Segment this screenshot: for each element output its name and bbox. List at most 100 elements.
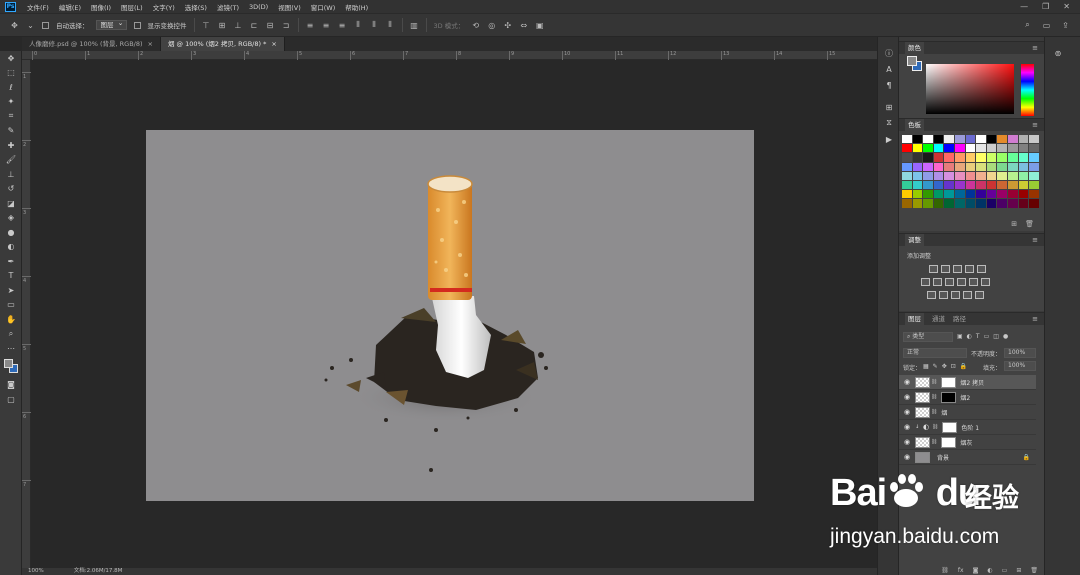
swatch[interactable]	[965, 171, 976, 180]
tab-paths[interactable]: 路径	[953, 313, 966, 325]
swatch[interactable]	[944, 144, 954, 153]
new-swatch-icon[interactable]: ⊞	[1011, 220, 1017, 228]
restore-button[interactable]: ❐	[1042, 2, 1049, 11]
swatch[interactable]	[902, 190, 912, 199]
swatch[interactable]	[976, 162, 986, 171]
swatch[interactable]	[902, 180, 912, 190]
eraser-tool-icon[interactable]: ◪	[0, 196, 22, 211]
swatch[interactable]	[1029, 171, 1039, 180]
vibrance-icon[interactable]	[977, 265, 986, 273]
swatch[interactable]	[902, 162, 912, 171]
distribute-vcenter-icon[interactable]: ≡	[322, 21, 331, 30]
shape-tool-icon[interactable]: ▭	[0, 298, 22, 313]
swatch[interactable]	[933, 135, 944, 144]
swatch[interactable]	[902, 135, 912, 144]
workspace-icon[interactable]: ▭	[1042, 21, 1051, 30]
3d-drag-icon[interactable]: ✣	[503, 21, 512, 30]
layer-item[interactable]: ◉ ⛓ 烟2 拷贝	[899, 375, 1036, 390]
swatch[interactable]	[933, 199, 944, 208]
swatch[interactable]	[976, 144, 986, 153]
more-tools-icon[interactable]: ⋯	[0, 341, 22, 356]
dodge-tool-icon[interactable]: ◐	[0, 240, 22, 255]
swatch[interactable]	[912, 199, 923, 208]
tab-color[interactable]: 颜色	[905, 42, 924, 54]
swatch[interactable]	[944, 199, 954, 208]
filter-shape-icon[interactable]: ▭	[984, 333, 990, 340]
swatch[interactable]	[933, 144, 944, 153]
swatch[interactable]	[1007, 153, 1018, 162]
swatch[interactable]	[944, 153, 954, 162]
new-group-icon[interactable]: ▭	[1002, 567, 1008, 574]
3d-roll-icon[interactable]: ◎	[487, 21, 496, 30]
ruler-horizontal[interactable]: 012345678910111213141516	[22, 51, 888, 60]
clone-stamp-tool-icon[interactable]: ⊥	[0, 167, 22, 182]
new-adjustment-icon[interactable]: ◐	[987, 567, 992, 574]
3d-scale-icon[interactable]: ▣	[535, 21, 544, 30]
tab-cigarette[interactable]: 烟 @ 100% (烟2 拷贝, RGB/8) * ×	[160, 37, 285, 51]
menu-help[interactable]: 帮助(H)	[340, 2, 373, 12]
swatch[interactable]	[976, 135, 986, 144]
filter-pixel-icon[interactable]: ▣	[957, 333, 963, 340]
swatch[interactable]	[933, 190, 944, 199]
swatch[interactable]	[997, 171, 1007, 180]
history-icon[interactable]: ⧖	[878, 115, 900, 131]
pen-tool-icon[interactable]: ✒	[0, 254, 22, 269]
swatch[interactable]	[1018, 190, 1029, 199]
swatch[interactable]	[1018, 171, 1029, 180]
black-white-icon[interactable]	[945, 278, 954, 286]
swatch[interactable]	[997, 153, 1007, 162]
swatch[interactable]	[1018, 162, 1029, 171]
lock-all-icon[interactable]: 🔒	[960, 363, 967, 370]
swatch[interactable]	[1029, 180, 1039, 190]
search-icon[interactable]: ⌕	[1023, 20, 1032, 30]
swatch[interactable]	[1029, 153, 1039, 162]
swatch[interactable]	[1007, 135, 1018, 144]
swatch[interactable]	[944, 171, 954, 180]
swatch[interactable]	[997, 190, 1007, 199]
path-select-tool-icon[interactable]: ➤	[0, 283, 22, 298]
menu-select[interactable]: 选择(S)	[180, 2, 212, 12]
swatch[interactable]	[997, 180, 1007, 190]
swatch[interactable]	[1007, 171, 1018, 180]
layer-item[interactable]: ◉ ⛓ 烟灰	[899, 435, 1036, 450]
character-icon[interactable]: A	[878, 61, 900, 77]
swatch[interactable]	[1029, 199, 1039, 208]
healing-brush-tool-icon[interactable]: ✚	[0, 138, 22, 153]
swatch[interactable]	[902, 153, 912, 162]
swatch[interactable]	[1007, 144, 1018, 153]
tab-portrait[interactable]: 人像磨修.psd @ 100% (背景, RGB/8) ×	[22, 37, 161, 51]
screen-mode-icon[interactable]: ▢	[0, 392, 22, 407]
marquee-tool-icon[interactable]: ⬚	[0, 66, 22, 81]
swatch[interactable]	[954, 135, 965, 144]
close-button[interactable]: ✕	[1063, 2, 1070, 11]
libraries-icon[interactable]: ⊚	[1047, 45, 1069, 61]
swatch[interactable]	[954, 180, 965, 190]
curves-icon[interactable]	[953, 265, 962, 273]
tab-close-icon[interactable]: ×	[148, 40, 153, 48]
swatch[interactable]	[997, 135, 1007, 144]
swatch[interactable]	[1029, 162, 1039, 171]
swatch[interactable]	[923, 162, 933, 171]
swatch[interactable]	[912, 135, 923, 144]
panel-menu-icon[interactable]: ≡	[1032, 44, 1038, 52]
swatch[interactable]	[986, 180, 997, 190]
swatch[interactable]	[1007, 180, 1018, 190]
crop-tool-icon[interactable]: ⌗	[0, 109, 22, 124]
blend-mode-dropdown[interactable]: 正常	[903, 348, 967, 358]
menu-type[interactable]: 文字(Y)	[148, 2, 180, 12]
swatch[interactable]	[986, 190, 997, 199]
menu-file[interactable]: 文件(F)	[22, 2, 54, 12]
tab-swatches[interactable]: 色板	[905, 119, 924, 131]
swatch[interactable]	[1029, 144, 1039, 153]
swatch[interactable]	[912, 162, 923, 171]
eye-icon[interactable]: ◉	[899, 438, 915, 446]
auto-select-dropdown[interactable]: 图层	[95, 19, 127, 30]
align-bottom-icon[interactable]: ⊥	[234, 21, 243, 30]
layer-item[interactable]: ◉ ⛓ 烟	[899, 405, 1036, 420]
lock-position-icon[interactable]: ✥	[942, 363, 947, 370]
swatch[interactable]	[986, 199, 997, 208]
swatch[interactable]	[986, 144, 997, 153]
swatch[interactable]	[954, 199, 965, 208]
swatch[interactable]	[933, 153, 944, 162]
align-left-icon[interactable]: ⊏	[250, 21, 259, 30]
